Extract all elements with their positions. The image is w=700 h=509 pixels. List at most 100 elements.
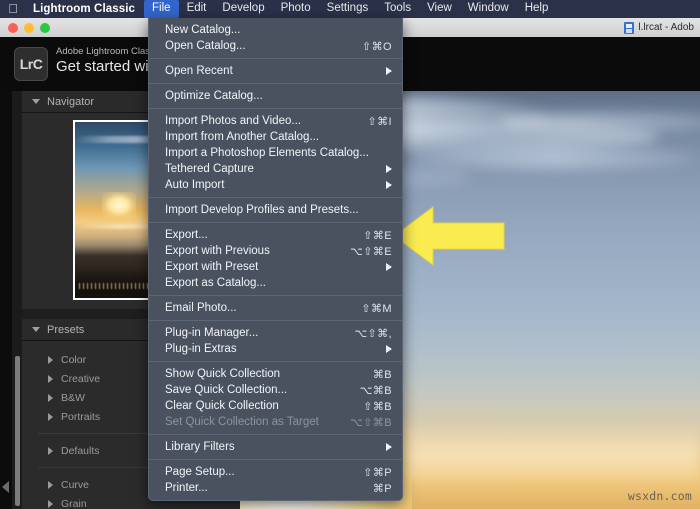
menu-item-show-quick-collection[interactable]: Show Quick Collection ⌘B bbox=[149, 366, 402, 382]
preset-group-label: Creative bbox=[61, 372, 101, 385]
left-panel-scrollbar[interactable] bbox=[14, 91, 21, 509]
menu-item-label: Auto Import bbox=[165, 179, 225, 191]
menu-item-label: Page Setup... bbox=[165, 466, 235, 478]
menu-item-label: Email Photo... bbox=[165, 302, 237, 314]
chevron-right-icon[interactable] bbox=[48, 446, 53, 455]
menu-item-save-quick-collection[interactable]: Save Quick Collection... ⌥⌘B bbox=[149, 382, 402, 398]
preset-group-label: Defaults bbox=[61, 444, 100, 457]
menu-item-import-a-photoshop-elements-catalog[interactable]: Import a Photoshop Elements Catalog... bbox=[149, 145, 402, 161]
chevron-left-icon[interactable] bbox=[2, 481, 9, 493]
menu-item-open-recent[interactable]: Open Recent bbox=[149, 63, 402, 79]
thumbnail-sun bbox=[101, 192, 136, 219]
chevron-down-icon[interactable] bbox=[32, 327, 40, 332]
preset-group-label: Portraits bbox=[61, 410, 101, 423]
menu-item-import-photos-and-video[interactable]: Import Photos and Video... ⇧⌘I bbox=[149, 113, 402, 129]
chevron-right-icon[interactable] bbox=[48, 499, 53, 508]
menu-separator bbox=[149, 295, 402, 296]
menu-item-shortcut: ⌘B bbox=[372, 368, 392, 381]
menu-item-label: Clear Quick Collection bbox=[165, 400, 279, 412]
menu-item-label: Export with Previous bbox=[165, 245, 270, 257]
chevron-right-icon[interactable] bbox=[48, 412, 53, 421]
menubar-item-tools[interactable]: Tools bbox=[376, 0, 419, 18]
submenu-arrow-icon bbox=[386, 443, 392, 451]
menu-item-shortcut: ⌘P bbox=[372, 482, 392, 495]
header-subtitle: Adobe Lightroom Classic bbox=[56, 46, 162, 57]
menu-item-label: Library Filters bbox=[165, 441, 235, 453]
traffic-light-group bbox=[8, 22, 50, 33]
window-title: l.lrcat - Adob bbox=[624, 21, 694, 34]
menubar-item-file[interactable]: File bbox=[144, 0, 179, 18]
menu-item-shortcut: ⇧⌘M bbox=[361, 302, 392, 315]
menu-separator bbox=[149, 459, 402, 460]
menu-item-shortcut: ⌥⌘B bbox=[359, 384, 392, 397]
menu-item-new-catalog[interactable]: New Catalog... bbox=[149, 22, 402, 38]
menu-item-label: Import a Photoshop Elements Catalog... bbox=[165, 147, 369, 159]
cloud-wisp bbox=[410, 147, 700, 169]
menu-separator bbox=[149, 320, 402, 321]
menu-item-printer[interactable]: Printer... ⌘P bbox=[149, 480, 402, 496]
apple-logo-icon[interactable]:  bbox=[2, 0, 24, 18]
menubar-item-edit[interactable]: Edit bbox=[179, 0, 215, 18]
menu-separator bbox=[149, 58, 402, 59]
chevron-down-icon[interactable] bbox=[32, 99, 40, 104]
minimize-window-button[interactable] bbox=[24, 22, 34, 33]
left-panel-collapse-rail[interactable] bbox=[0, 91, 12, 509]
menu-item-clear-quick-collection[interactable]: Clear Quick Collection ⇧⌘B bbox=[149, 398, 402, 414]
menubar-item-window[interactable]: Window bbox=[460, 0, 517, 18]
menu-item-label: Plug-in Extras bbox=[165, 343, 237, 355]
menu-item-set-quick-collection-as-target: Set Quick Collection as Target ⌥⇧⌘B bbox=[149, 414, 402, 430]
chevron-right-icon[interactable] bbox=[48, 374, 53, 383]
menu-item-label: Show Quick Collection bbox=[165, 368, 281, 380]
submenu-arrow-icon bbox=[386, 165, 392, 173]
cloud-wisp bbox=[500, 113, 700, 131]
menu-item-export-as-catalog[interactable]: Export as Catalog... bbox=[149, 275, 402, 291]
macos-menubar:  Lightroom Classic FileEditDevelopPhoto… bbox=[0, 0, 700, 18]
preset-group-label: B&W bbox=[61, 391, 85, 404]
chevron-right-icon[interactable] bbox=[48, 480, 53, 489]
menu-item-email-photo[interactable]: Email Photo... ⇧⌘M bbox=[149, 300, 402, 316]
close-window-button[interactable] bbox=[8, 22, 18, 33]
preset-group-label: Color bbox=[61, 353, 87, 366]
menu-item-library-filters[interactable]: Library Filters bbox=[149, 439, 402, 455]
menu-item-import-from-another-catalog[interactable]: Import from Another Catalog... bbox=[149, 129, 402, 145]
menu-item-shortcut: ⇧⌘O bbox=[362, 40, 392, 53]
menu-item-plug-in-manager[interactable]: Plug-in Manager... ⌥⇧⌘, bbox=[149, 325, 402, 341]
zoom-window-button[interactable] bbox=[40, 22, 50, 33]
menu-item-auto-import[interactable]: Auto Import bbox=[149, 177, 402, 193]
chevron-right-icon[interactable] bbox=[48, 393, 53, 402]
menu-item-page-setup[interactable]: Page Setup... ⇧⌘P bbox=[149, 464, 402, 480]
menu-item-shortcut: ⇧⌘I bbox=[367, 115, 392, 128]
menu-item-optimize-catalog[interactable]: Optimize Catalog... bbox=[149, 88, 402, 104]
menu-item-tethered-capture[interactable]: Tethered Capture bbox=[149, 161, 402, 177]
menu-item-shortcut: ⇧⌘E bbox=[363, 229, 392, 242]
scrollbar-thumb[interactable] bbox=[15, 356, 20, 506]
menu-item-plug-in-extras[interactable]: Plug-in Extras bbox=[149, 341, 402, 357]
navigator-panel-title: Navigator bbox=[47, 95, 95, 108]
menu-item-export-with-preset[interactable]: Export with Preset bbox=[149, 259, 402, 275]
menu-item-label: Open Catalog... bbox=[165, 40, 246, 52]
file-dropdown-menu[interactable]: New Catalog... Open Catalog... ⇧⌘O Open Rec… bbox=[148, 18, 403, 501]
chevron-right-icon[interactable] bbox=[48, 355, 53, 364]
menu-item-label: Import Photos and Video... bbox=[165, 115, 301, 127]
menubar-item-view[interactable]: View bbox=[419, 0, 460, 18]
annotation-arrow-left-icon bbox=[393, 205, 505, 272]
menu-item-import-develop-profiles-and-presets[interactable]: Import Develop Profiles and Presets... bbox=[149, 202, 402, 218]
menu-item-export-with-previous[interactable]: Export with Previous ⌥⇧⌘E bbox=[149, 243, 402, 259]
site-watermark: wsxdn.com bbox=[627, 489, 692, 503]
menubar-item-settings[interactable]: Settings bbox=[319, 0, 377, 18]
menu-separator bbox=[149, 197, 402, 198]
menu-item-label: Plug-in Manager... bbox=[165, 327, 259, 339]
menu-item-shortcut: ⌥⇧⌘B bbox=[350, 416, 392, 429]
menubar-item-develop[interactable]: Develop bbox=[214, 0, 272, 18]
menu-item-open-catalog[interactable]: Open Catalog... ⇧⌘O bbox=[149, 38, 402, 54]
menu-item-export[interactable]: Export... ⇧⌘E bbox=[149, 227, 402, 243]
menu-item-label: New Catalog... bbox=[165, 24, 241, 36]
menu-item-label: Printer... bbox=[165, 482, 208, 494]
menubar-item-photo[interactable]: Photo bbox=[273, 0, 319, 18]
lightroom-classic-logo-icon: LrC bbox=[14, 47, 48, 81]
menu-item-label: Tethered Capture bbox=[165, 163, 254, 175]
submenu-arrow-icon bbox=[386, 263, 392, 271]
menu-item-shortcut: ⇧⌘P bbox=[363, 466, 392, 479]
menubar-item-help[interactable]: Help bbox=[517, 0, 557, 18]
menu-separator bbox=[149, 361, 402, 362]
